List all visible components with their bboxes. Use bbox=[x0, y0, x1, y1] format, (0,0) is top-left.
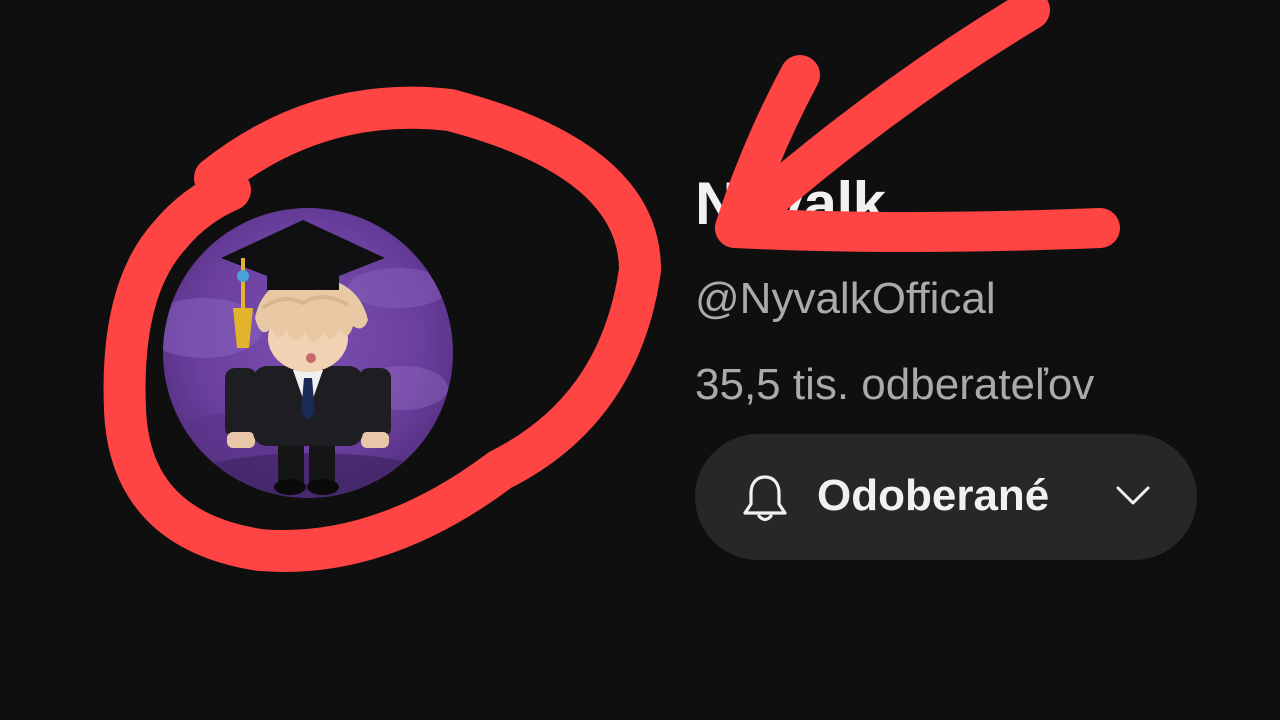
bell-icon bbox=[739, 472, 791, 524]
channel-handle: @NyvalkOffical bbox=[695, 274, 996, 323]
channel-avatar[interactable] bbox=[163, 208, 453, 498]
chevron-down-icon[interactable] bbox=[1115, 484, 1151, 508]
channel-name[interactable]: Nyvalk bbox=[695, 168, 886, 240]
subscribed-button[interactable]: Odoberané bbox=[695, 434, 1197, 560]
avatar-image bbox=[163, 208, 453, 498]
subscriber-count: 35,5 tis. odberateľov bbox=[695, 360, 1095, 409]
subscribed-label: Odoberané bbox=[817, 471, 1050, 520]
channel-header: Nyvalk @NyvalkOffical 35,5 tis. odberate… bbox=[0, 0, 1280, 720]
